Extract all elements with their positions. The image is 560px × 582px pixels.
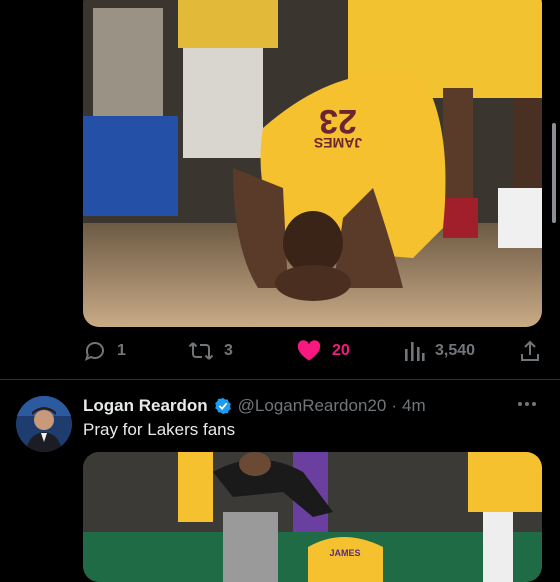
retweet-button[interactable]: 3 <box>188 334 233 368</box>
views-icon <box>403 339 425 363</box>
share-button[interactable] <box>518 334 542 368</box>
share-icon <box>518 339 542 363</box>
like-count: 20 <box>332 342 350 359</box>
reply-button[interactable]: 1 <box>83 334 126 368</box>
tweet-media-image[interactable]: 23 JAMES <box>83 0 542 327</box>
display-name[interactable]: Logan Reardon <box>83 396 208 416</box>
handle[interactable]: @LoganReardon20 <box>238 396 387 416</box>
jersey-name-bottom: JAMES <box>329 548 360 558</box>
tweet-header: Logan Reardon @LoganReardon20 · 4m <box>83 394 426 418</box>
tweet-text: Pray for Lakers fans <box>83 420 236 439</box>
verified-badge-icon <box>214 397 232 415</box>
views-button[interactable]: 3,540 <box>403 334 475 368</box>
separator: · <box>391 396 397 415</box>
more-icon[interactable] <box>518 398 544 410</box>
tweet-actions: 1 3 20 3,540 <box>0 334 560 368</box>
reply-icon <box>83 339 107 363</box>
retweet-count: 3 <box>224 342 233 359</box>
tweet-divider <box>0 379 560 380</box>
reply-count: 1 <box>117 342 126 359</box>
avatar[interactable] <box>16 396 72 452</box>
jersey-number: 23 <box>319 102 357 140</box>
heart-icon <box>296 339 322 363</box>
tweet-media-image[interactable]: JAMES <box>83 452 542 582</box>
like-button[interactable]: 20 <box>296 334 350 368</box>
jersey-name: JAMES <box>314 135 362 151</box>
view-count: 3,540 <box>435 342 476 359</box>
scrollbar[interactable] <box>552 123 556 223</box>
retweet-icon <box>188 339 214 363</box>
timestamp[interactable]: 4m <box>402 396 426 416</box>
